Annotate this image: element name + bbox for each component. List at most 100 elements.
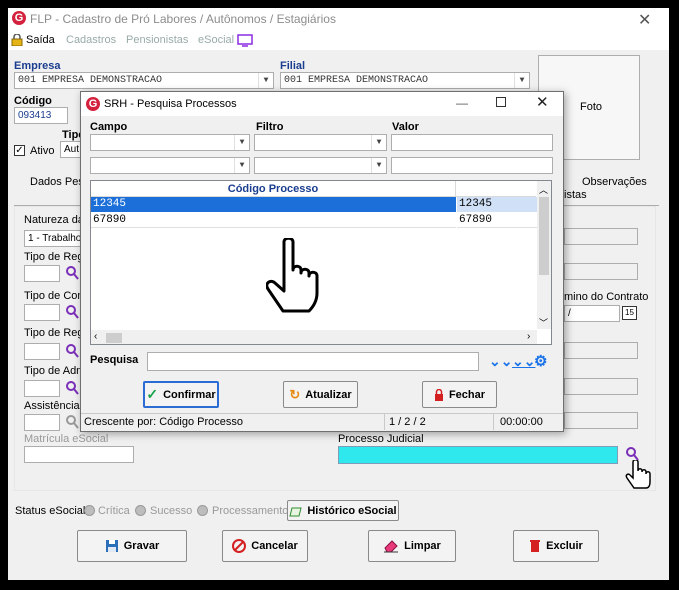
- chevron-down-icon[interactable]: ▼: [234, 135, 249, 150]
- chevron-down-icon[interactable]: ▼: [371, 135, 386, 150]
- critica-radio[interactable]: [84, 505, 95, 516]
- termino-contrato-field[interactable]: /: [564, 305, 620, 322]
- tipo-contrato-field[interactable]: [24, 304, 60, 321]
- menu-cadastros[interactable]: Cadastros: [66, 34, 116, 46]
- table-row-cell[interactable]: 67890: [457, 213, 537, 228]
- right-field-3[interactable]: [564, 342, 638, 359]
- horizontal-scrollbar[interactable]: [91, 330, 537, 344]
- search-icon[interactable]: [66, 415, 79, 429]
- status-order: Crescente por: Código Processo: [84, 416, 243, 428]
- excluir-label: Excluir: [546, 540, 583, 552]
- processo-judicial-field[interactable]: [338, 446, 618, 464]
- search-icon[interactable]: [66, 305, 79, 319]
- chevron-down-icon[interactable]: ▼: [514, 73, 529, 88]
- table-row-cell[interactable]: 12345: [457, 197, 537, 212]
- filtro-select-2[interactable]: ▼: [254, 157, 387, 174]
- chevron-down-icon[interactable]: ▼: [258, 73, 273, 88]
- scroll-down-icon[interactable]: ﹀: [539, 316, 548, 329]
- campo-select-2[interactable]: ▼: [90, 157, 250, 174]
- codigo-field[interactable]: 093413: [14, 107, 68, 124]
- scroll-up-icon[interactable]: ︿: [539, 183, 548, 196]
- empresa-select[interactable]: 001 EMPRESA DEMONSTRACAO ▼: [14, 72, 274, 89]
- codigo-processo-header[interactable]: Código Processo: [91, 181, 456, 197]
- chevrons-down-icon[interactable]: ⌄⌄: [489, 353, 512, 370]
- ativo-checkbox[interactable]: ✓: [14, 145, 25, 156]
- campo-select-1[interactable]: ▼: [90, 134, 250, 151]
- natureza-field[interactable]: 1 - Trabalho: [24, 230, 84, 247]
- valor-field-2[interactable]: [391, 157, 553, 174]
- cancel-icon: [232, 539, 247, 553]
- right-field-1[interactable]: [564, 228, 638, 245]
- confirmar-label: Confirmar: [163, 388, 216, 401]
- table-row-cell[interactable]: 67890: [91, 213, 456, 228]
- dialog-minimize-icon[interactable]: —: [456, 96, 468, 110]
- chevrons-down-end-icon[interactable]: ⌄⌄: [512, 353, 535, 370]
- filial-select[interactable]: 001 EMPRESA DEMONSTRACAO ▼: [280, 72, 530, 89]
- matricula-field[interactable]: [24, 446, 134, 463]
- calendar-icon[interactable]: 15: [622, 306, 637, 320]
- gravar-button[interactable]: Gravar: [77, 530, 187, 562]
- confirmar-button[interactable]: ✓ Confirmar: [143, 381, 219, 408]
- campo-label: Campo: [90, 121, 128, 133]
- window-close-button[interactable]: ✕: [638, 10, 651, 30]
- right-field-2[interactable]: [564, 263, 638, 280]
- tipo-admissao-label: Tipo de Admi: [24, 365, 88, 377]
- menu-saida[interactable]: Saída: [26, 34, 55, 46]
- menu-pensionistas[interactable]: Pensionistas: [126, 34, 188, 46]
- window-title: FLP - Cadastro de Pró Labores / Autônomo…: [30, 12, 336, 26]
- filtro-select-1[interactable]: ▼: [254, 134, 387, 151]
- chevron-down-icon[interactable]: ▼: [371, 158, 386, 173]
- atualizar-button[interactable]: ↻ Atualizar: [283, 381, 358, 408]
- matricula-label: Matrícula eSocial: [24, 433, 109, 445]
- critica-label: Crítica: [98, 505, 130, 517]
- hand-cursor-icon: [625, 460, 651, 489]
- menu-esocial[interactable]: eSocial: [198, 34, 234, 46]
- pesquisa-input[interactable]: [147, 352, 479, 371]
- search-icon[interactable]: [626, 447, 639, 461]
- right-field-5[interactable]: [564, 412, 638, 429]
- tab-observacoes[interactable]: Observações: [582, 176, 647, 188]
- assistencia-field[interactable]: [24, 414, 60, 431]
- scroll-thumb[interactable]: [539, 197, 549, 275]
- limpar-label: Limpar: [404, 540, 441, 552]
- scroll-h-thumb[interactable]: [106, 333, 122, 343]
- dialog-maximize-icon[interactable]: [496, 97, 506, 107]
- dialog-close-icon[interactable]: ✕: [536, 93, 549, 111]
- check-icon: ✓: [146, 386, 159, 402]
- tab-istas[interactable]: istas: [564, 189, 587, 201]
- cancelar-button[interactable]: Cancelar: [222, 530, 308, 562]
- gear-icon[interactable]: ⚙: [534, 352, 547, 370]
- tipo-contrato-label: Tipo de Cont: [24, 290, 87, 302]
- app-logo-icon: G: [12, 11, 26, 25]
- scroll-left-icon[interactable]: ‹: [94, 331, 97, 342]
- monitor-icon[interactable]: [237, 34, 253, 47]
- right-field-4[interactable]: [564, 378, 638, 395]
- fechar-label: Fechar: [448, 388, 486, 401]
- search-icon[interactable]: [66, 344, 79, 358]
- search-icon[interactable]: [66, 381, 79, 395]
- excluir-button[interactable]: Excluir: [513, 530, 599, 562]
- fechar-button[interactable]: Fechar: [422, 381, 497, 408]
- tipo-regime-field[interactable]: [24, 265, 60, 282]
- filtro-label: Filtro: [256, 121, 284, 133]
- chevron-down-icon[interactable]: ▼: [234, 158, 249, 173]
- sucesso-radio[interactable]: [135, 505, 146, 516]
- limpar-button[interactable]: Limpar: [368, 530, 456, 562]
- lock-icon: [434, 388, 443, 401]
- tab-dados-pessoais[interactable]: Dados Pes: [30, 176, 84, 188]
- search-icon[interactable]: [66, 266, 79, 280]
- processo-judicial-label: Processo Judicial: [338, 433, 424, 445]
- status-pages: 1 / 2 / 2: [384, 414, 494, 430]
- scroll-right-icon[interactable]: ›: [527, 331, 530, 342]
- tipo-admissao-field[interactable]: [24, 380, 60, 397]
- valor-field-1[interactable]: [391, 134, 553, 151]
- filial-value: 001 EMPRESA DEMONSTRACAO: [284, 75, 429, 86]
- empresa-label: Empresa: [14, 60, 61, 72]
- termino-contrato-label: mino do Contrato: [564, 291, 649, 303]
- pesquisa-label: Pesquisa: [90, 354, 139, 366]
- processamento-radio[interactable]: [197, 505, 208, 516]
- historico-esocial-button[interactable]: Histórico eSocial: [287, 500, 399, 521]
- tipo-regime-2-field[interactable]: [24, 343, 60, 360]
- table-row-cell[interactable]: 12345: [91, 197, 456, 212]
- dialog-logo-icon: G: [86, 97, 100, 111]
